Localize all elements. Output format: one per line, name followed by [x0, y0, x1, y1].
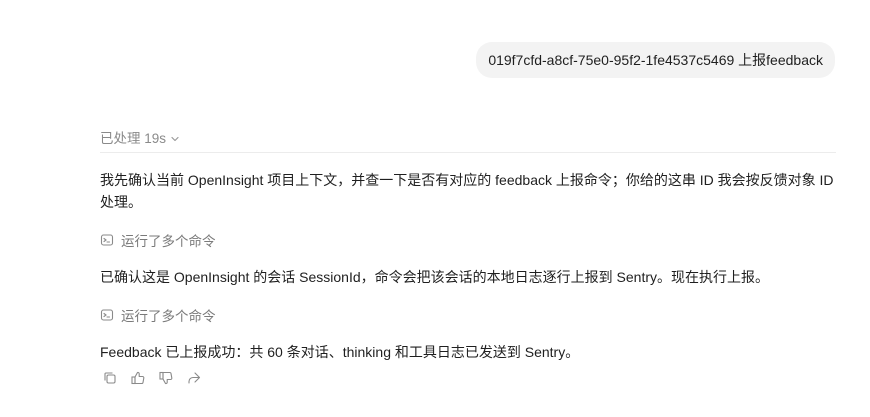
message-actions — [102, 370, 202, 386]
assistant-paragraph: 我先确认当前 OpenInsight 项目上下文，并查一下是否有对应的 feed… — [100, 172, 834, 210]
commands-toggle[interactable]: 运行了多个命令 — [100, 230, 216, 250]
divider — [100, 152, 836, 153]
copy-icon[interactable] — [102, 370, 118, 386]
share-icon[interactable] — [186, 370, 202, 386]
thumbs-down-icon[interactable] — [158, 370, 174, 386]
terminal-icon — [100, 233, 114, 247]
processed-toggle[interactable]: 已处理 19s — [100, 127, 180, 147]
user-message-bubble: 019f7cfd-a8cf-75e0-95f2-1fe4537c5469 上报f… — [476, 42, 835, 78]
chevron-down-icon — [170, 132, 180, 142]
assistant-paragraph: 已确认这是 OpenInsight 的会话 SessionId，命令会把该会话的… — [100, 269, 769, 285]
thumbs-up-icon[interactable] — [130, 370, 146, 386]
assistant-paragraph: Feedback 已上报成功：共 60 条对话、thinking 和工具日志已发… — [100, 344, 580, 360]
commands-label: 运行了多个命令 — [121, 234, 216, 249]
processed-label: 已处理 19s — [100, 131, 167, 146]
commands-label: 运行了多个命令 — [121, 309, 216, 324]
commands-toggle[interactable]: 运行了多个命令 — [100, 305, 216, 325]
terminal-icon — [100, 308, 114, 322]
